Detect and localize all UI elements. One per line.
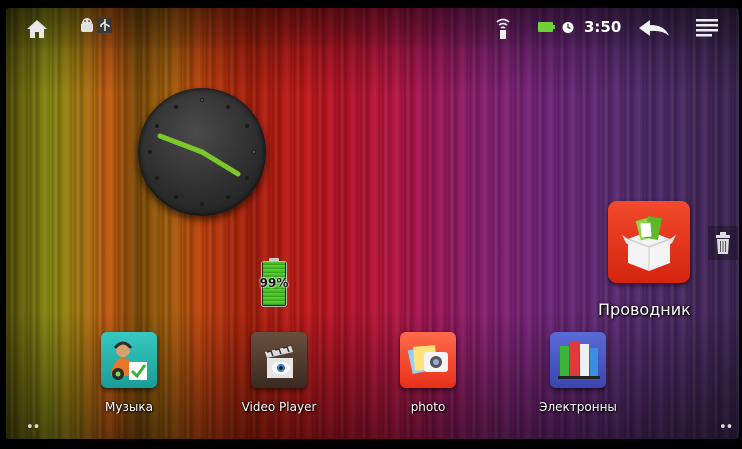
app-photo-label: photo <box>410 400 446 414</box>
app-ebooks-label: Электронны <box>539 400 617 414</box>
back-icon[interactable] <box>637 18 671 38</box>
photo-icon <box>400 332 456 388</box>
status-bar: 3:50 <box>6 8 739 48</box>
status-time: 3:50 <box>584 18 622 36</box>
app-photo[interactable]: photo <box>378 332 478 414</box>
page-indicator-right[interactable]: •• <box>719 420 733 435</box>
usb-icon <box>98 17 112 33</box>
home-screen: 3:50 99% Проводник Музыка Video Player p… <box>6 8 739 439</box>
explorer-box-icon[interactable] <box>608 201 690 283</box>
ebooks-icon <box>550 332 606 388</box>
android-debug-icon <box>79 17 95 33</box>
explorer-label[interactable]: Проводник <box>598 300 691 319</box>
home-icon[interactable] <box>24 16 50 42</box>
battery-icon <box>538 21 556 33</box>
trash-icon[interactable] <box>708 226 738 260</box>
menu-icon[interactable] <box>696 18 718 38</box>
alarm-icon <box>561 20 575 34</box>
video-player-icon <box>251 332 307 388</box>
music-icon <box>101 332 157 388</box>
battery-percent-label: 99% <box>259 276 289 290</box>
app-music-label: Музыка <box>105 400 153 414</box>
app-music[interactable]: Музыка <box>79 332 179 414</box>
app-ebooks[interactable]: Электронны <box>528 332 628 414</box>
analog-clock-widget[interactable] <box>138 88 266 216</box>
app-video-player-label: Video Player <box>241 400 317 414</box>
page-indicator-left[interactable]: •• <box>26 420 40 435</box>
wifi-icon <box>496 16 510 40</box>
app-video-player[interactable]: Video Player <box>229 332 329 414</box>
